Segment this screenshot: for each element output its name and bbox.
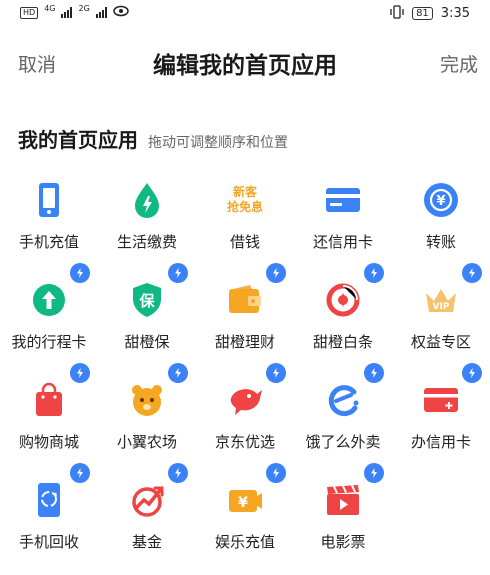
app-label: 还信用卡 — [312, 233, 373, 251]
status-left: HD 4G 2G — [20, 4, 129, 20]
jd-dog-icon — [225, 380, 265, 420]
network-label-1: 4G — [44, 4, 56, 13]
app-item[interactable]: ¥ 娱乐充值 — [196, 463, 294, 575]
app-label: 基金 — [131, 533, 162, 551]
vip-crown-icon: VIP — [421, 280, 461, 320]
header: 取消 编辑我的首页应用 完成 — [0, 40, 490, 84]
card-plus-icon — [421, 380, 461, 420]
app-label: 借钱 — [229, 233, 260, 251]
done-button[interactable]: 完成 — [440, 50, 478, 77]
app-item[interactable]: 手机回收 — [0, 463, 98, 575]
drag-badge-icon[interactable] — [364, 363, 384, 383]
app-item[interactable]: 饿了么外卖 — [294, 363, 392, 475]
credit-card-icon — [323, 180, 363, 220]
app-label: 饿了么外卖 — [305, 433, 381, 451]
app-label: 娱乐充值 — [214, 533, 275, 551]
drag-badge-icon[interactable] — [70, 263, 90, 283]
wallet-icon — [225, 280, 265, 320]
app-item[interactable]: 甜橙理财 — [196, 263, 294, 375]
transfer-yuan-icon: ¥ — [421, 180, 461, 220]
shopping-bag-icon — [29, 380, 69, 420]
app-item[interactable]: 办信用卡 — [392, 363, 490, 475]
circle-swirl-icon — [323, 280, 363, 320]
app-item[interactable]: 生活缴费 — [98, 175, 196, 275]
drag-badge-icon[interactable] — [462, 263, 482, 283]
app-item[interactable]: 还信用卡 — [294, 175, 392, 275]
app-item[interactable]: 保甜橙保 — [98, 263, 196, 375]
svg-text:¥: ¥ — [238, 495, 248, 511]
svg-text:VIP: VIP — [433, 302, 450, 312]
section-subtitle: 拖动可调整顺序和位置 — [148, 135, 288, 151]
drag-badge-icon[interactable] — [266, 463, 286, 483]
section-header: 我的首页应用 拖动可调整顺序和位置 — [18, 124, 288, 153]
app-label: 甜橙理财 — [214, 333, 275, 351]
app-label: 京东优选 — [214, 433, 275, 451]
app-item[interactable]: VIP 权益专区 — [392, 263, 490, 375]
drop-bolt-icon — [127, 180, 167, 220]
drag-badge-icon[interactable] — [364, 263, 384, 283]
section-title: 我的首页应用 — [18, 128, 138, 152]
shield-bao-icon: 保 — [127, 280, 167, 320]
status-bar: HD 4G 2G 81 3:35 — [0, 0, 490, 26]
phone-icon — [29, 180, 69, 220]
new-customer-text-icon: 新客 抢免息 — [225, 180, 265, 220]
drag-badge-icon[interactable] — [70, 363, 90, 383]
eye-icon — [113, 5, 129, 20]
hd-indicator: HD — [20, 6, 39, 19]
drag-badge-icon[interactable] — [168, 263, 188, 283]
drag-badge-icon[interactable] — [462, 363, 482, 383]
signal-icon-2 — [95, 7, 107, 18]
app-item[interactable]: ¥ 转账 — [392, 175, 490, 275]
app-label: 小翼农场 — [116, 433, 177, 451]
drag-badge-icon[interactable] — [70, 463, 90, 483]
svg-text:¥: ¥ — [436, 194, 445, 209]
app-item[interactable]: 我的行程卡 — [0, 263, 98, 375]
drag-badge-icon[interactable] — [266, 263, 286, 283]
app-label: 手机充值 — [18, 233, 79, 251]
app-item[interactable]: 小翼农场 — [98, 363, 196, 475]
app-item[interactable]: 基金 — [98, 463, 196, 575]
battery-icon: 81 — [412, 7, 433, 20]
app-item[interactable]: 手机充值 — [0, 175, 98, 275]
app-label: 转账 — [425, 233, 456, 251]
status-right: 81 3:35 — [390, 5, 470, 22]
arrow-up-circle-icon — [29, 280, 69, 320]
bear-face-icon — [127, 380, 167, 420]
app-label: 手机回收 — [18, 533, 79, 551]
film-clapper-icon — [323, 480, 363, 520]
drag-badge-icon[interactable] — [364, 463, 384, 483]
app-label: 我的行程卡 — [11, 333, 87, 351]
clock: 3:35 — [440, 6, 470, 21]
trend-circle-icon — [127, 480, 167, 520]
app-item[interactable]: 京东优选 — [196, 363, 294, 475]
app-label: 电影票 — [320, 533, 366, 551]
yuan-ticket-icon: ¥ — [225, 480, 265, 520]
page-title: 编辑我的首页应用 — [153, 53, 337, 79]
vibrate-icon — [390, 5, 404, 22]
app-label: 甜橙保 — [124, 333, 170, 351]
drag-badge-icon[interactable] — [168, 463, 188, 483]
drag-badge-icon[interactable] — [266, 363, 286, 383]
app-label: 权益专区 — [410, 333, 471, 351]
eleme-icon — [323, 380, 363, 420]
drag-badge-icon[interactable] — [168, 363, 188, 383]
app-item[interactable]: 电影票 — [294, 463, 392, 575]
app-item[interactable]: 新客 抢免息 借钱 — [196, 175, 294, 275]
signal-icon — [61, 7, 73, 18]
network-label-2: 2G — [78, 4, 90, 13]
app-label: 办信用卡 — [410, 433, 471, 451]
app-label: 生活缴费 — [116, 233, 177, 251]
icon-text: 新客 — [232, 185, 257, 199]
recycle-phone-icon — [29, 480, 69, 520]
app-label: 甜橙白条 — [312, 333, 373, 351]
app-item[interactable]: 购物商城 — [0, 363, 98, 475]
icon-text: 抢免息 — [226, 200, 263, 214]
svg-text:保: 保 — [138, 292, 155, 310]
app-label: 购物商城 — [18, 433, 79, 451]
app-item[interactable]: 甜橙白条 — [294, 263, 392, 375]
